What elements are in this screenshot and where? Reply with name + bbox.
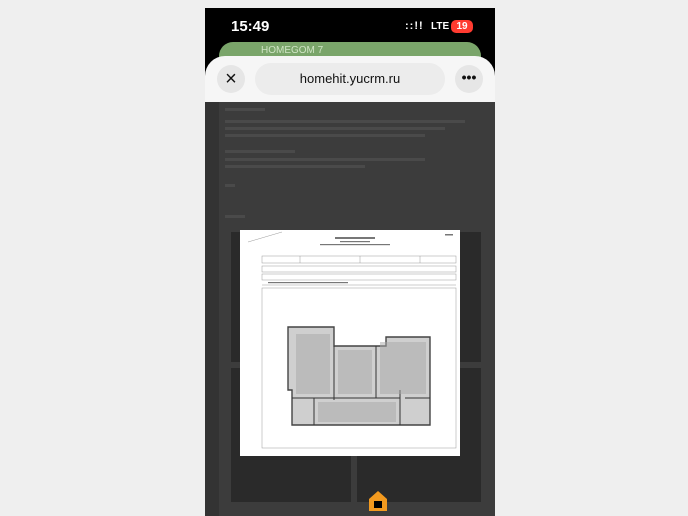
background-tab-title: HOMEGOM 7 [261, 45, 324, 56]
battery-icon: 19 [451, 20, 473, 33]
close-icon: × [225, 68, 237, 90]
signal-icon: ::!! [405, 20, 424, 32]
status-time: 15:49 [231, 18, 270, 35]
more-icon: ••• [461, 69, 477, 85]
more-options-button[interactable]: ••• [455, 65, 483, 93]
image-preview[interactable] [240, 230, 460, 456]
address-bar[interactable]: homehit.yucrm.ru [255, 63, 445, 95]
floor-plan-document [247, 231, 457, 449]
network-label: LTE [431, 21, 450, 32]
phone-screen: 15:49 ::!! LTE 19 HOMEGOM 7 × homehit.yu… [205, 8, 495, 516]
house-logo-icon [369, 491, 387, 511]
close-button[interactable]: × [217, 65, 245, 93]
browser-toolbar: × homehit.yucrm.ru ••• [205, 56, 495, 102]
